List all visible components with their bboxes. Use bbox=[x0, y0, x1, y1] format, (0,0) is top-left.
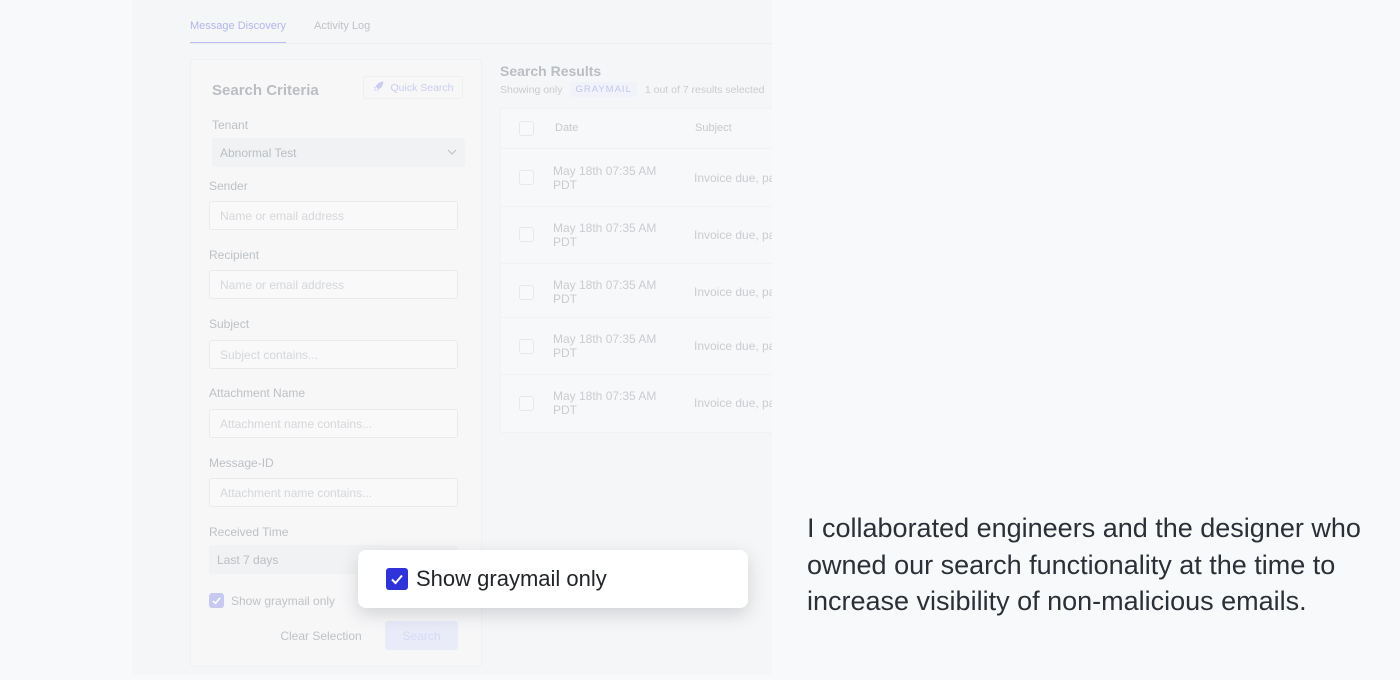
tab-message-discovery[interactable]: Message Discovery bbox=[190, 0, 286, 44]
results-subtitle: Showing only GRAYMAIL 1 out of 7 results… bbox=[500, 82, 765, 97]
attachment-input[interactable] bbox=[209, 409, 458, 438]
table-row[interactable]: May 18th 07:35 AM PDT Invoice due, pa bbox=[501, 149, 772, 207]
tenant-value: Abnormal Test bbox=[220, 145, 297, 160]
table-row[interactable]: May 18th 07:35 AM PDT Invoice due, pa bbox=[501, 375, 772, 433]
criteria-title: Search Criteria bbox=[212, 82, 319, 99]
search-button[interactable]: Search bbox=[385, 621, 458, 650]
table-row[interactable]: May 18th 07:35 AM PDT Invoice due, pa bbox=[501, 318, 772, 375]
chevron-down-icon bbox=[447, 149, 457, 155]
row-date: May 18th 07:35 AM PDT bbox=[553, 332, 657, 360]
results-title: Search Results bbox=[500, 63, 602, 79]
column-header-date: Date bbox=[555, 122, 579, 134]
selection-count: 1 out of 7 results selected bbox=[644, 83, 765, 96]
select-all-checkbox[interactable] bbox=[519, 121, 534, 136]
tenant-select[interactable]: Abnormal Test bbox=[212, 138, 465, 167]
message-id-label: Message-ID bbox=[209, 456, 274, 470]
subject-input[interactable] bbox=[209, 340, 458, 369]
received-time-label: Received Time bbox=[209, 525, 289, 539]
tab-bar: Message Discovery Activity Log bbox=[190, 0, 370, 44]
row-checkbox[interactable] bbox=[519, 339, 534, 354]
row-date: May 18th 07:35 AM PDT bbox=[553, 389, 657, 417]
graymail-callout-label: Show graymail only bbox=[416, 566, 607, 591]
row-checkbox[interactable] bbox=[519, 396, 534, 411]
results-table: Date Subject May 18th 07:35 AM PDT Invoi… bbox=[500, 108, 772, 433]
checkmark-icon bbox=[212, 597, 221, 605]
row-checkbox[interactable] bbox=[519, 227, 534, 242]
graymail-callout-checkbox[interactable] bbox=[386, 568, 408, 590]
case-study-caption: I collaborated engineers and the designe… bbox=[807, 513, 1361, 616]
table-row[interactable]: May 18th 07:35 AM PDT Invoice due, pa bbox=[501, 264, 772, 318]
tenant-label: Tenant bbox=[212, 118, 249, 132]
graymail-checkbox-row[interactable]: Show graymail only bbox=[209, 593, 335, 608]
rocket-icon bbox=[372, 80, 385, 96]
quick-search-button[interactable]: Quick Search bbox=[363, 76, 463, 99]
row-subject: Invoice due, pa bbox=[694, 339, 772, 353]
showing-only-text: Showing only bbox=[500, 83, 563, 96]
row-date: May 18th 07:35 AM PDT bbox=[553, 164, 657, 192]
quick-search-label: Quick Search bbox=[390, 81, 454, 94]
clear-selection-button[interactable]: Clear Selection bbox=[280, 621, 361, 650]
graymail-callout[interactable]: Show graymail only bbox=[358, 550, 748, 608]
graymail-filter-badge: GRAYMAIL bbox=[570, 82, 637, 97]
row-subject: Invoice due, pa bbox=[694, 285, 772, 299]
recipient-input[interactable] bbox=[209, 270, 458, 299]
message-id-input[interactable] bbox=[209, 478, 458, 507]
tab-activity-log[interactable]: Activity Log bbox=[314, 0, 370, 44]
graymail-checkbox-label: Show graymail only bbox=[231, 593, 336, 608]
checkmark-icon bbox=[391, 574, 403, 585]
row-checkbox[interactable] bbox=[519, 170, 534, 185]
graymail-checkbox[interactable] bbox=[209, 593, 224, 608]
table-header: Date Subject bbox=[501, 109, 772, 149]
row-subject: Invoice due, pa bbox=[694, 171, 772, 185]
column-header-subject: Subject bbox=[695, 122, 732, 134]
row-checkbox[interactable] bbox=[519, 285, 534, 300]
row-subject: Invoice due, pa bbox=[694, 228, 772, 242]
row-date: May 18th 07:35 AM PDT bbox=[553, 278, 657, 306]
table-row[interactable]: May 18th 07:35 AM PDT Invoice due, pa bbox=[501, 207, 772, 264]
subject-label: Subject bbox=[209, 317, 250, 331]
sender-input[interactable] bbox=[209, 201, 458, 230]
row-date: May 18th 07:35 AM PDT bbox=[553, 221, 657, 249]
recipient-label: Recipient bbox=[209, 248, 260, 262]
attachment-label: Attachment Name bbox=[209, 386, 306, 400]
row-subject: Invoice due, pa bbox=[694, 396, 772, 410]
sender-label: Sender bbox=[209, 179, 248, 193]
received-time-value: Last 7 days bbox=[217, 552, 279, 567]
tab-divider bbox=[190, 43, 772, 44]
